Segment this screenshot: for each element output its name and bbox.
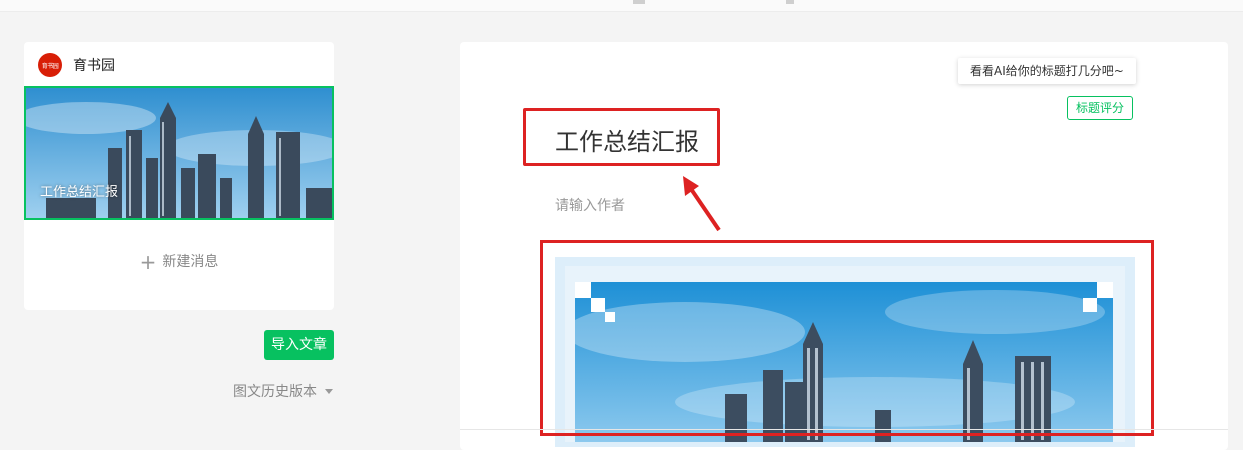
history-version-dropdown[interactable]: 图文历史版本	[233, 381, 333, 401]
top-bar-mark	[786, 0, 794, 4]
divider	[460, 429, 1228, 430]
new-message-label: 新建消息	[162, 254, 219, 270]
history-version-label: 图文历史版本	[233, 384, 317, 400]
new-message-button[interactable]: + 新建消息	[24, 250, 334, 274]
plus-icon: +	[139, 250, 157, 274]
article-editor: 看看AI给你的标题打几分吧~ 标题评分 工作总结汇报 请输入作者	[460, 42, 1228, 450]
title-score-button[interactable]: 标题评分	[1067, 96, 1133, 120]
ai-title-hint-tooltip: 看看AI给你的标题打几分吧~	[958, 58, 1136, 84]
import-article-button[interactable]: 导入文章	[264, 330, 334, 360]
annotation-arrow-icon	[683, 176, 721, 232]
author-input[interactable]: 请输入作者	[555, 195, 625, 215]
account-header: 育书园 育书园	[38, 53, 115, 77]
caret-down-icon	[325, 388, 333, 394]
article-thumbnail-selected[interactable]: 工作总结汇报	[24, 86, 334, 220]
account-logo: 育书园	[38, 53, 62, 77]
article-thumbnail-title: 工作总结汇报	[40, 185, 119, 200]
top-bar	[0, 0, 1243, 12]
account-name: 育书园	[73, 58, 115, 74]
title-annotation-box	[523, 108, 720, 166]
top-bar-mark	[633, 0, 645, 4]
article-list-card: 育书园 育书园 工作总结汇报 + 新建消息	[24, 42, 334, 310]
cover-annotation-box	[540, 240, 1154, 436]
